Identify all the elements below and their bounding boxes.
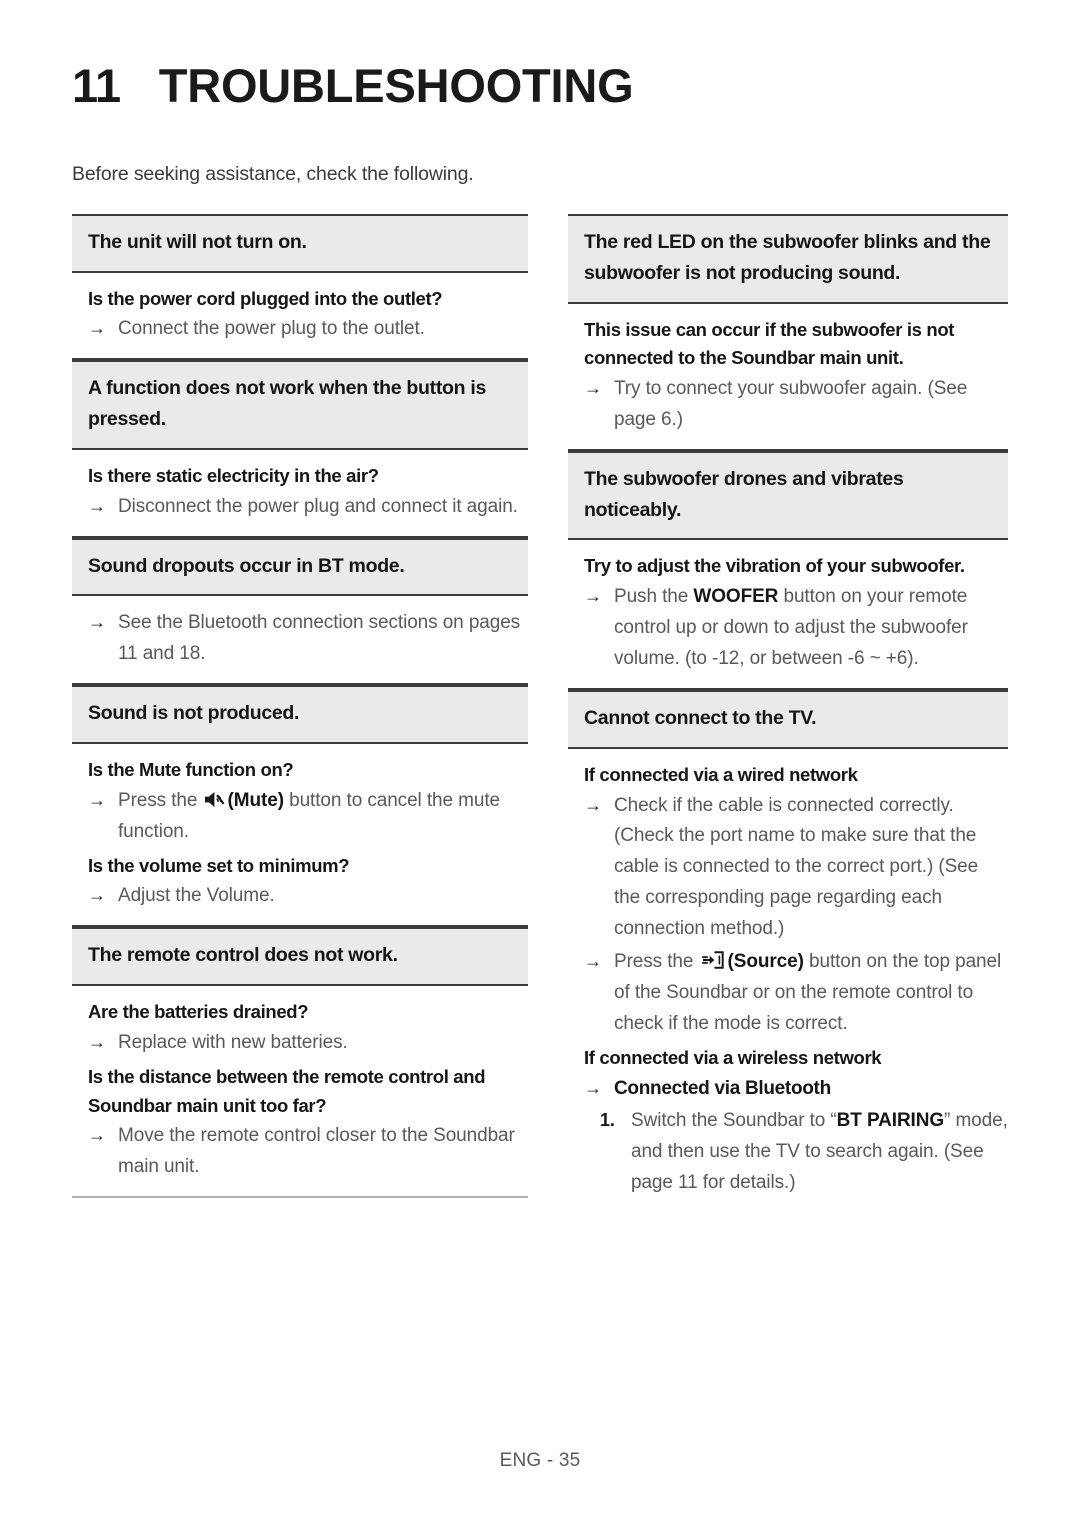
question-static-electricity: Is there static electricity in the air? [88,465,379,487]
source-button-label: (Source) [727,951,804,973]
answer-text: Push the WOOFER button on your remote co… [614,582,1008,675]
arrow-icon: → [88,495,106,516]
section-body-red-led-blinks: This issue can occur if the subwoofer is… [568,304,1008,451]
arrow-icon: → [88,789,106,810]
intro-text: Before seeking assistance, check the fol… [72,163,474,185]
section-heading-cannot-connect-tv: Cannot connect to the TV. [568,690,1008,749]
question-remote-distance: Is the distance between the remote contr… [88,1065,486,1116]
section-body-unit-will-not-turn-on: Is the power cord plugged into the outle… [72,273,528,361]
question-mute-function: Is the Mute function on? [88,759,294,781]
answer-item: → Check if the cable is connected correc… [584,791,1008,946]
step-text: Switch the Soundbar to “BT PAIRING” mode… [631,1106,1008,1199]
answer-text: Connected via Bluetooth [614,1077,831,1099]
arrow-icon: → [584,586,602,607]
arrow-icon: → [88,885,106,906]
answer-item: → Press the (Mute) button to cancel the … [88,786,528,848]
step-number: 1. [600,1109,615,1130]
answer-text: Disconnect the power plug and connect it… [118,495,518,517]
question-wireless-network: If connected via a wireless network [584,1047,882,1069]
answer-text: Move the remote control closer to the So… [118,1125,515,1178]
section-heading-red-led-blinks: The red LED on the subwoofer blinks and … [568,214,1008,304]
step-text-prefix: Switch the Soundbar to “ [631,1109,837,1131]
answer-item: → Replace with new batteries. [88,1028,528,1059]
arrow-icon: → [88,1031,106,1052]
answer-text: Replace with new batteries. [118,1031,348,1053]
answer-text: Connect the power plug to the outlet. [118,318,425,340]
question-batteries-drained: Are the batteries drained? [88,1001,309,1023]
answer-text: Adjust the Volume. [118,885,275,907]
answer-item-connected-via-bluetooth: → Connected via Bluetooth [584,1074,1008,1105]
answer-text: Press the (Mute) button to cancel the mu… [118,786,528,848]
section-heading-subwoofer-drones: The subwoofer drones and vibrates notice… [568,450,1008,541]
manual-page: 11 TROUBLESHOOTING Before seeking assist… [0,0,1080,1532]
mute-speaker-icon [204,790,226,809]
answer-text: Check if the cable is connected correctl… [614,794,979,940]
question-volume-minimum: Is the volume set to minimum? [88,854,350,876]
woofer-button-label: WOOFER [693,586,779,608]
right-column: The red LED on the subwoofer blinks and … [568,214,1008,1212]
answer-item: → Connect the power plug to the outlet. [88,314,528,345]
section-body-cannot-connect-tv: If connected via a wired network → Check… [568,749,1008,1212]
source-input-icon [700,951,726,970]
answer-text-bold: (Mute) [227,789,284,811]
section-body-function-does-not-work: Is there static electricity in the air? … [72,450,528,538]
section-heading-remote-does-not-work: The remote control does not work. [72,927,528,987]
left-column: The unit will not turn on. Is the power … [72,214,528,1199]
question-adjust-vibration: Try to adjust the vibration of your subw… [584,555,965,577]
question-wired-network: If connected via a wired network [584,763,858,785]
question-power-cord: Is the power cord plugged into the outle… [88,287,443,309]
answer-item: → Try to connect your subwoofer again. (… [584,374,1008,436]
section-body-sound-dropouts-bt: → See the Bluetooth connection sections … [72,596,528,686]
chapter-number: 11 [72,59,121,112]
arrow-icon: → [88,318,106,339]
arrow-icon: → [584,377,602,398]
answer-item: → Press the (Source) button on the top p… [584,947,1008,1040]
arrow-icon: → [88,1125,106,1146]
section-body-remote-does-not-work: Are the batteries drained? → Replace wit… [72,986,528,1199]
numbered-step: 1. Switch the Soundbar to “BT PAIRING” m… [584,1106,1008,1199]
page-footer: ENG - 35 [499,1450,581,1471]
answer-item: → See the Bluetooth connection sections … [88,608,528,670]
arrow-icon: → [584,1077,602,1098]
answer-text-prefix: Push the [614,586,694,608]
arrow-icon: → [88,612,106,633]
section-heading-sound-not-produced: Sound is not produced. [72,685,528,745]
section-heading-sound-dropouts-bt: Sound dropouts occur in BT mode. [72,537,528,597]
answer-text: Press the (Source) button on the top pan… [614,947,1008,1040]
page-title: 11 TROUBLESHOOTING [72,58,634,113]
answer-text: Try to connect your subwoofer again. (Se… [614,377,968,430]
answer-item: → Move the remote control closer to the … [88,1121,528,1183]
answer-text-prefix: Press the [118,789,203,811]
question-subwoofer-not-connected: This issue can occur if the subwoofer is… [584,318,955,369]
section-body-sound-not-produced: Is the Mute function on? → Press the (Mu… [72,744,528,928]
answer-item: → Adjust the Volume. [88,881,528,912]
arrow-icon: → [584,951,602,972]
bt-pairing-label: BT PAIRING [836,1109,945,1131]
section-heading-function-does-not-work: A function does not work when the button… [72,360,528,451]
answer-item: → Push the WOOFER button on your remote … [584,582,1008,675]
answer-text-prefix: Press the [614,951,699,973]
answer-item: → Disconnect the power plug and connect … [88,492,528,523]
section-heading-unit-will-not-turn-on: The unit will not turn on. [72,214,528,273]
arrow-icon: → [584,794,602,815]
chapter-title: TROUBLESHOOTING [158,59,634,112]
answer-text: See the Bluetooth connection sections on… [118,612,521,665]
section-body-subwoofer-drones: Try to adjust the vibration of your subw… [568,540,1008,691]
content-columns: The unit will not turn on. Is the power … [72,214,1008,1212]
